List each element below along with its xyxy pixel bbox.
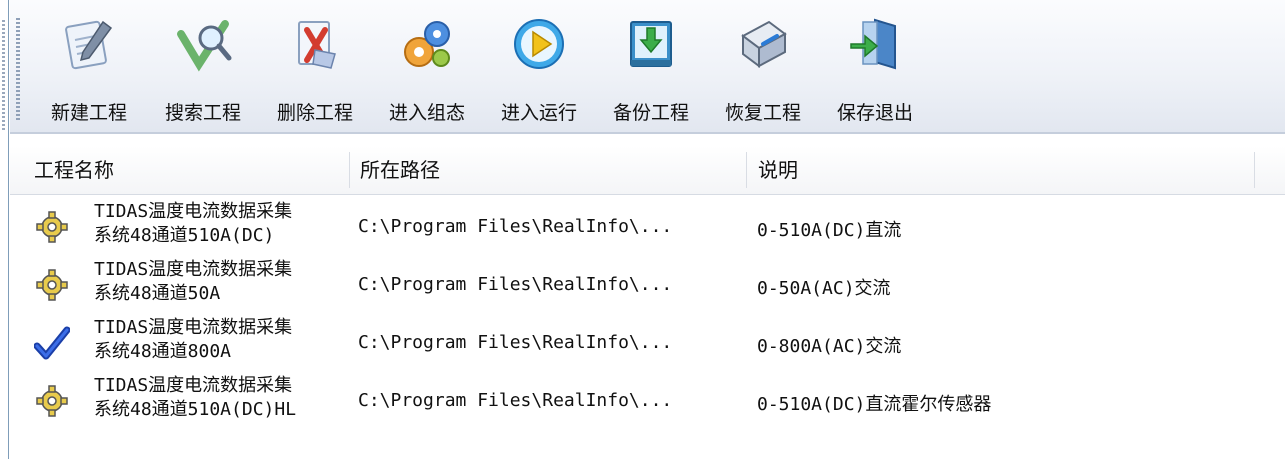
project-name: TIDAS温度电流数据采集 系统48通道510A(DC)	[94, 200, 354, 248]
column-header-name[interactable]: 工程名称	[34, 146, 114, 194]
new-project-label: 新建工程	[50, 102, 127, 124]
project-path: C:\Program Files\RealInfo\...	[358, 390, 673, 411]
project-path: C:\Program Files\RealInfo\...	[358, 216, 673, 237]
save-exit-label: 保存退出	[836, 102, 913, 124]
column-divider[interactable]	[349, 152, 350, 188]
project-name: TIDAS温度电流数据采集 系统48通道800A	[94, 316, 354, 364]
backup-button[interactable]: 备份工程	[596, 8, 706, 132]
delete-project-button[interactable]: 删除工程	[260, 8, 370, 132]
save-exit-icon	[850, 18, 896, 70]
toolbar: 新建工程 搜索工程 删除工程 进入组态 进入运行 备份工程 恢复工程 保存退出	[10, 0, 1285, 134]
table-row[interactable]: TIDAS温度电流数据采集 系统48通道50A C:\Program Files…	[10, 256, 1285, 314]
project-description: 0-510A(DC)直流	[757, 220, 902, 241]
project-description: 0-510A(DC)直流霍尔传感器	[757, 394, 992, 415]
project-name-line1: TIDAS温度电流数据采集	[94, 317, 293, 338]
project-description: 0-50A(AC)交流	[757, 278, 891, 299]
table-row[interactable]: TIDAS温度电流数据采集 系统48通道800A C:\Program File…	[10, 314, 1285, 372]
project-name-line2: 系统48通道50A	[94, 283, 221, 304]
column-header-description[interactable]: 说明	[758, 146, 798, 194]
project-path: C:\Program Files\RealInfo\...	[358, 332, 673, 353]
run-button[interactable]: 进入运行	[484, 8, 594, 132]
search-project-button[interactable]: 搜索工程	[148, 8, 258, 132]
gear-icon	[36, 385, 68, 417]
project-path: C:\Program Files\RealInfo\...	[358, 274, 673, 295]
table-header: 工程名称 所在路径 说明	[10, 146, 1285, 195]
project-name-line2: 系统48通道510A(DC)	[94, 225, 275, 246]
drag-grip[interactable]	[2, 20, 5, 130]
backup-icon	[630, 21, 672, 67]
run-icon	[514, 19, 564, 69]
table-row[interactable]: TIDAS温度电流数据采集 系统48通道510A(DC) C:\Program …	[10, 198, 1285, 256]
column-divider[interactable]	[746, 152, 747, 188]
configure-label: 进入组态	[388, 102, 465, 124]
column-header-path[interactable]: 所在路径	[360, 146, 440, 194]
save-exit-button[interactable]: 保存退出	[820, 8, 930, 132]
restore-button[interactable]: 恢复工程	[708, 8, 818, 132]
column-divider[interactable]	[1254, 152, 1255, 188]
project-name: TIDAS温度电流数据采集 系统48通道50A	[94, 258, 354, 306]
project-name-line1: TIDAS温度电流数据采集	[94, 259, 293, 280]
restore-icon	[741, 20, 787, 68]
checkmark-icon	[34, 326, 70, 360]
new-project-button[interactable]: 新建工程	[34, 8, 144, 132]
new-project-icon	[65, 20, 113, 70]
search-project-icon	[177, 20, 232, 72]
project-name-line2: 系统48通道800A	[94, 341, 232, 362]
gear-icon	[36, 211, 68, 243]
project-name-line2: 系统48通道510A(DC)HL	[94, 399, 297, 420]
run-label: 进入运行	[500, 102, 577, 124]
project-name-line1: TIDAS温度电流数据采集	[94, 201, 293, 222]
project-description: 0-800A(AC)交流	[757, 336, 902, 357]
project-name: TIDAS温度电流数据采集 系统48通道510A(DC)HL	[94, 374, 354, 422]
configure-icon	[404, 21, 450, 67]
window-left-edge	[0, 0, 9, 459]
restore-label: 恢复工程	[724, 102, 801, 124]
search-project-label: 搜索工程	[164, 102, 241, 124]
project-name-line1: TIDAS温度电流数据采集	[94, 375, 293, 396]
delete-project-label: 删除工程	[276, 102, 353, 124]
backup-label: 备份工程	[612, 102, 689, 124]
configure-button[interactable]: 进入组态	[372, 8, 482, 132]
gear-icon	[36, 269, 68, 301]
table-row[interactable]: TIDAS温度电流数据采集 系统48通道510A(DC)HL C:\Progra…	[10, 372, 1285, 430]
delete-project-icon	[298, 21, 336, 69]
toolbar-grip[interactable]	[16, 18, 20, 122]
